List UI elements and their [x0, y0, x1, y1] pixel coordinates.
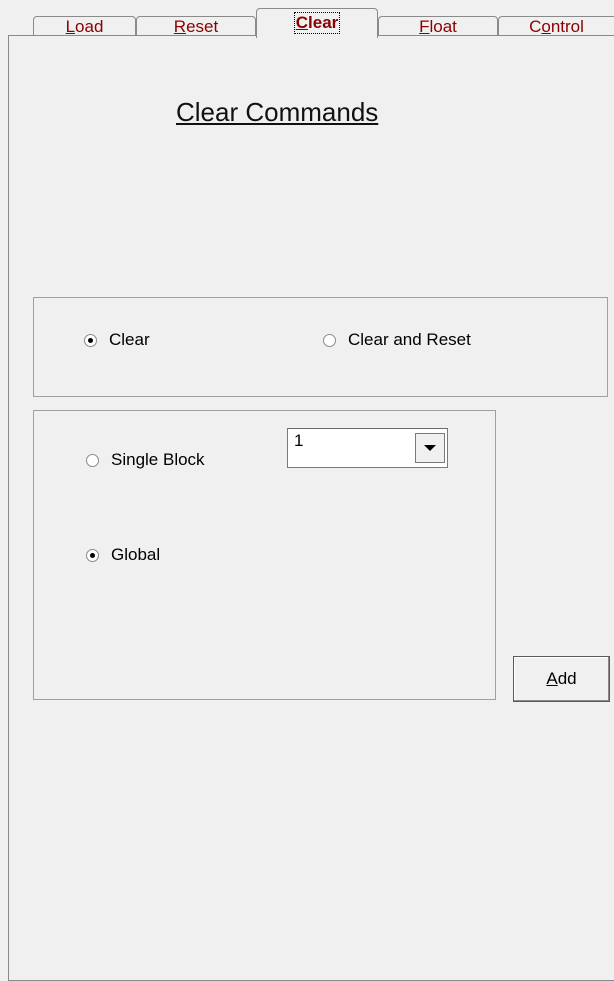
tab-float-label: loat [429, 17, 457, 36]
tab-control[interactable]: Control [498, 16, 614, 36]
tab-reset-mnemonic: R [173, 17, 187, 36]
page-title: Clear Commands [176, 97, 379, 127]
clear-radio[interactable]: Clear [84, 330, 150, 350]
tab-load-label: oad [75, 17, 104, 36]
tab-clear-label: lear [308, 13, 339, 32]
clear-commands-window: Load Reset Clear Float Control Clear Com… [0, 0, 614, 981]
tab-load-mnemonic: L [65, 17, 76, 36]
tab-reset-label: eset [186, 17, 219, 36]
global-radio-indicator [86, 548, 99, 562]
tab-clear[interactable]: Clear [256, 8, 378, 38]
clear-and-reset-radio-indicator [323, 333, 336, 347]
tab-control-label: ntrol [550, 17, 584, 36]
add-button-label: dd [557, 669, 577, 688]
single-block-radio-indicator [86, 453, 99, 467]
tab-clear-caption: Clear [293, 12, 341, 34]
add-button-mnemonic: A [546, 669, 558, 688]
chevron-down-icon [424, 445, 436, 451]
tab-clear-mnemonic: C [295, 13, 309, 32]
clear-and-reset-radio-label: Clear and Reset [348, 330, 471, 349]
clear-radio-label: Clear [109, 330, 150, 349]
single-block-radio[interactable]: Single Block [86, 450, 205, 470]
tab-float-mnemonic: F [419, 17, 430, 36]
single-block-radio-label: Single Block [111, 450, 205, 469]
tab-control-mnemonic: o [541, 17, 551, 36]
tab-load[interactable]: Load [33, 16, 136, 36]
global-radio-label: Global [111, 545, 161, 564]
dropdown-button[interactable] [415, 433, 445, 463]
tab-reset[interactable]: Reset [136, 16, 256, 36]
clear-radio-indicator [84, 333, 97, 347]
add-button[interactable]: Add [513, 656, 610, 702]
block-number-select[interactable]: 1 [287, 428, 448, 468]
tab-float[interactable]: Float [378, 16, 498, 36]
tab-strip: Load Reset Clear Float Control [0, 0, 614, 38]
global-radio[interactable]: Global [86, 545, 160, 565]
tab-control-prefix: C [529, 17, 542, 36]
clear-and-reset-radio[interactable]: Clear and Reset [323, 330, 471, 350]
block-number-value: 1 [294, 431, 304, 450]
